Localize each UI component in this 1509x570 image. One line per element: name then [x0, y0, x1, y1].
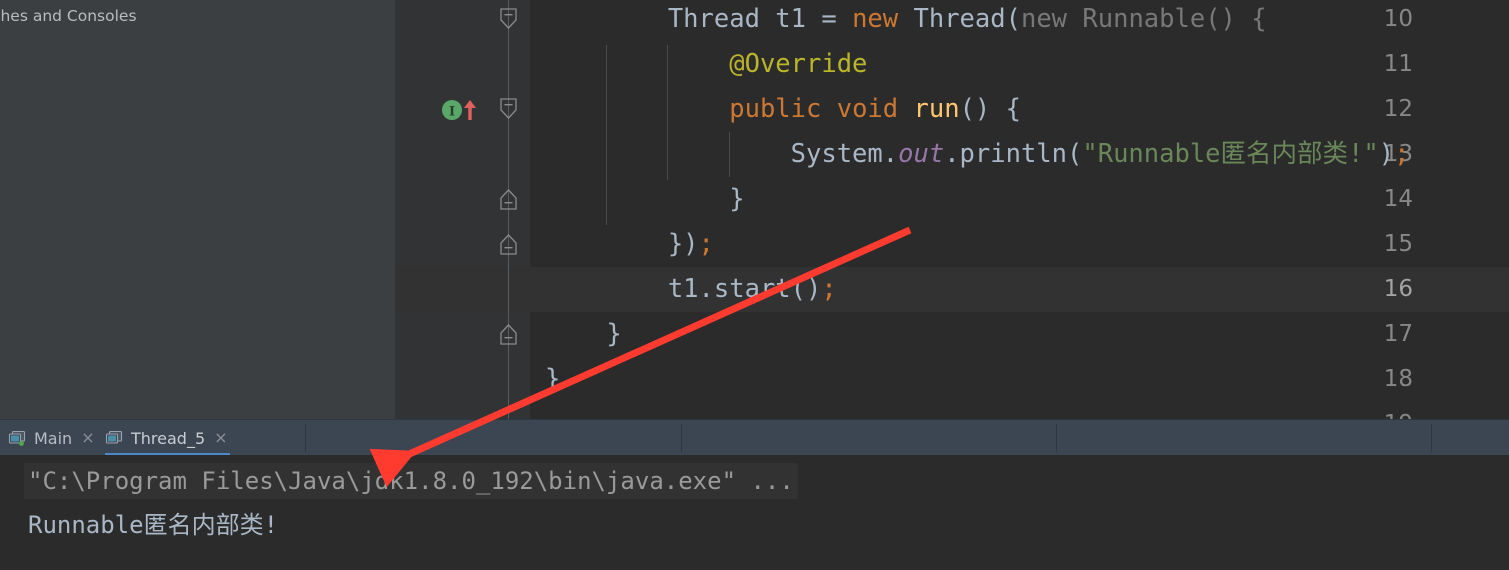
console-output-line: Runnable匿名内部类! — [28, 511, 279, 539]
line-number: 15 — [1383, 231, 1413, 257]
code-token-default: ) — [1378, 139, 1395, 169]
ide-window: ratches and Consoles 10 Thread t1 = new … — [0, 0, 1509, 570]
editor-line-row[interactable]: 13 System.out.println("Runnable匿名内部类!"); — [395, 132, 1509, 177]
code-text[interactable]: } — [545, 312, 622, 357]
code-token-keyword: void — [836, 94, 899, 124]
code-token-default: Thread — [667, 4, 760, 34]
code-token-default — [545, 4, 668, 34]
run-tool-window-tabbar[interactable]: Main × Thread_5 × — [0, 419, 1509, 456]
editor-line-row[interactable]: 11 @Override — [395, 42, 1509, 87]
code-token-annot: @Override — [729, 49, 868, 79]
line-number: 19 — [1384, 402, 1413, 419]
code-token-string: "Runnable匿名内部类!" — [1082, 139, 1379, 169]
tab-close-icon[interactable]: × — [81, 430, 94, 446]
fold-rail — [508, 267, 509, 312]
code-token-anon: Runnable() { — [1067, 4, 1267, 34]
run-tab-label: Thread_5 — [131, 428, 206, 448]
project-tool-panel[interactable]: ratches and Consoles — [0, 0, 395, 419]
code-token-static: out — [898, 139, 945, 169]
code-token-semi: ; — [1394, 139, 1410, 169]
fold-collapse-up-icon[interactable] — [499, 233, 518, 255]
console-output-panel[interactable]: "C:\Program Files\Java\jdk1.8.0_192\bin\… — [0, 455, 1509, 570]
editor-line-row[interactable]: 10 Thread t1 = new Thread(new Runnable()… — [395, 0, 1509, 42]
editor-line-row[interactable]: 16 t1.start(); — [395, 267, 1509, 312]
scratches-and-consoles-label[interactable]: ratches and Consoles — [0, 7, 137, 25]
code-token-default — [821, 94, 836, 124]
console-run-icon — [8, 430, 26, 446]
fold-rail — [508, 42, 509, 87]
code-token-method: run — [913, 94, 960, 124]
indent-guide — [606, 45, 608, 225]
code-token-default: .println( — [944, 139, 1083, 169]
editor-line-row[interactable]: 19 — [395, 402, 1509, 419]
fold-rail — [508, 132, 509, 177]
tab-close-icon[interactable]: × — [214, 430, 227, 446]
line-number: 17 — [1383, 321, 1413, 347]
line-number: 18 — [1383, 366, 1413, 392]
code-token-keyword: new — [852, 4, 899, 34]
code-token-default — [545, 274, 668, 304]
editor-line-row[interactable]: 14 } — [395, 177, 1509, 222]
fold-collapse-up-icon[interactable] — [499, 188, 518, 210]
code-token-default: } — [545, 364, 561, 394]
editor-line-row[interactable]: 12 I public void run() { — [395, 87, 1509, 132]
code-token-default — [545, 319, 606, 349]
code-token-default — [545, 94, 729, 124]
svg-text:I: I — [449, 105, 455, 120]
line-number: 16 — [1383, 276, 1413, 302]
code-token-default: t1 = — [759, 4, 853, 34]
editor-line-row[interactable]: 17 } — [395, 312, 1509, 357]
indent-guide — [728, 132, 730, 177]
code-token-default: t1.start() — [667, 274, 822, 304]
tabbar-separator — [1431, 424, 1432, 452]
line-number: 12 — [1383, 96, 1413, 122]
editor-line-row[interactable]: 15 }); — [395, 222, 1509, 267]
tabbar-separator — [305, 424, 306, 452]
code-token-default: } — [606, 319, 622, 349]
line-number: 11 — [1383, 51, 1413, 77]
code-text[interactable]: System.out.println("Runnable匿名内部类!"); — [545, 132, 1410, 177]
code-token-default: } — [729, 184, 745, 214]
code-token-default — [545, 184, 729, 214]
code-token-anon: new — [1020, 4, 1068, 34]
code-editor[interactable]: 10 Thread t1 = new Thread(new Runnable()… — [395, 0, 1509, 419]
run-tab-1[interactable]: Main × — [0, 420, 97, 456]
code-token-keyword: public — [729, 94, 822, 124]
run-tab-label: Main — [34, 428, 73, 448]
fold-expand-down-icon[interactable] — [499, 98, 518, 120]
code-text[interactable]: } — [545, 357, 560, 402]
console-run-icon — [105, 430, 123, 446]
code-token-default — [545, 229, 668, 259]
run-tab-2[interactable]: Thread_5 × — [97, 420, 238, 456]
code-token-default: () { — [959, 94, 1021, 124]
fold-collapse-up-icon[interactable] — [499, 323, 518, 345]
code-token-default — [545, 49, 729, 79]
implements-method-gutter-icon[interactable]: I — [441, 98, 491, 122]
line-number: 10 — [1383, 6, 1413, 32]
code-token-default — [898, 94, 913, 124]
code-token-default: . — [882, 139, 899, 169]
tabbar-separator — [681, 424, 682, 452]
code-token-default: }) — [667, 229, 699, 259]
code-token-semi: ; — [698, 229, 714, 259]
code-text[interactable]: @Override — [545, 42, 867, 87]
code-text[interactable]: public void run() { — [545, 87, 1021, 132]
code-token-default: Thread( — [898, 4, 1021, 34]
fold-expand-down-icon[interactable] — [499, 8, 518, 30]
code-token-default: System — [790, 139, 883, 169]
tabbar-separator — [1056, 424, 1057, 452]
fold-rail — [508, 357, 509, 402]
fold-rail — [508, 402, 509, 419]
line-number: 14 — [1383, 186, 1413, 212]
console-command-line: "C:\Program Files\Java\jdk1.8.0_192\bin\… — [24, 463, 798, 499]
code-text[interactable]: } — [545, 177, 745, 222]
code-text[interactable]: }); — [545, 222, 714, 267]
code-text[interactable]: Thread t1 = new Thread(new Runnable() { — [545, 0, 1267, 42]
indent-guide — [667, 45, 669, 180]
code-text[interactable]: t1.start(); — [545, 267, 837, 312]
code-token-semi: ; — [821, 274, 837, 304]
editor-line-row[interactable]: 18} — [395, 357, 1509, 402]
